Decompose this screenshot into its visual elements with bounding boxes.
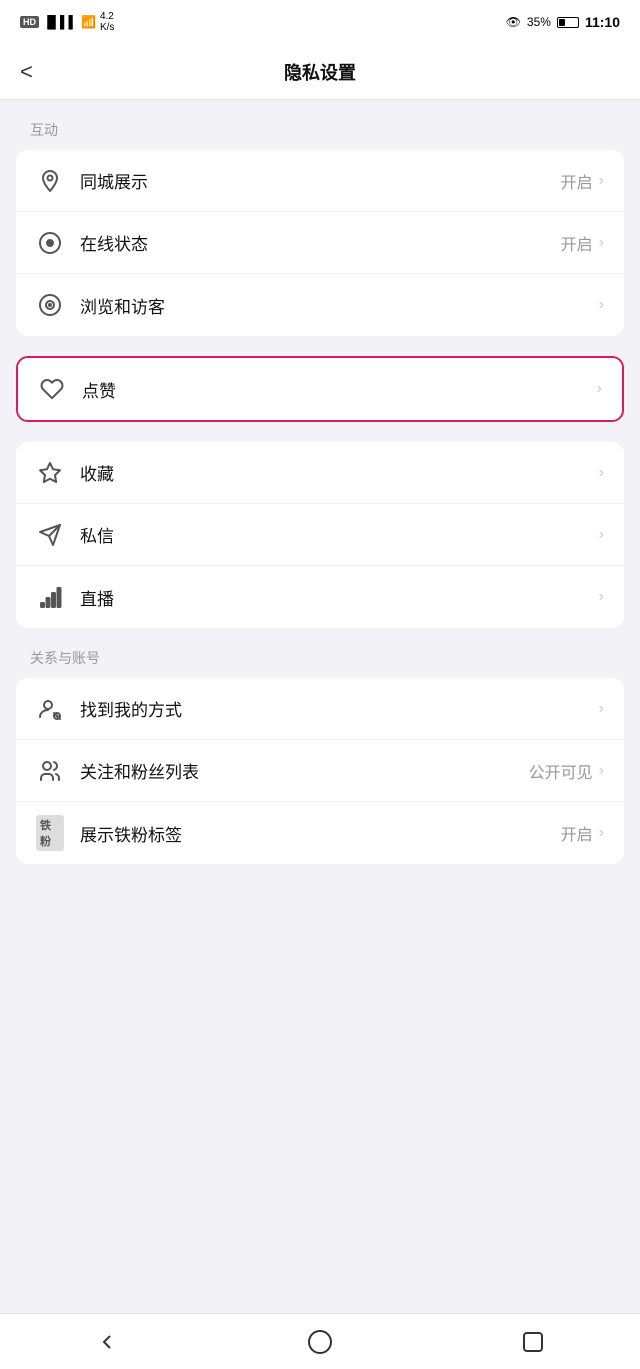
chevron-icon-zhibo: › (599, 588, 604, 606)
menu-item-liulan[interactable]: 浏览和访客 › (16, 274, 624, 336)
menu-text-guanzhu: 关注和粉丝列表 (80, 758, 529, 783)
chevron-icon-shoucang: › (599, 464, 604, 482)
battery-percent: 35% (527, 15, 551, 29)
chevron-icon-tongcheng: › (599, 172, 604, 190)
section-label-guanxi: 关系与账号 (0, 648, 640, 678)
chevron-icon-guanzhu: › (599, 762, 604, 780)
card-group-2: 收藏 › 私信 › (16, 442, 624, 628)
chevron-icon-tiepen: › (599, 824, 604, 842)
menu-value-tiepen: 开启 (561, 821, 593, 845)
hd-badge: HD (20, 16, 39, 28)
menu-text-liulan: 浏览和访客 (80, 293, 593, 318)
menu-value-guanzhu: 公开可见 (529, 759, 593, 783)
chevron-icon-zhaodao: › (599, 700, 604, 718)
chevron-icon-dianzan: › (597, 380, 602, 398)
menu-item-dianzan[interactable]: 点赞 › (18, 358, 622, 420)
menu-item-guanzhu[interactable]: 关注和粉丝列表 公开可见 › (16, 740, 624, 802)
message-icon (36, 521, 64, 549)
chevron-icon-liulan: › (599, 296, 604, 314)
menu-item-sixin[interactable]: 私信 › (16, 504, 624, 566)
card-dianzan: 点赞 › (16, 356, 624, 422)
back-button[interactable]: < (20, 61, 33, 83)
menu-text-tiepen: 展示铁粉标签 (80, 821, 561, 846)
nav-home-button[interactable] (298, 1320, 342, 1364)
live-icon (36, 583, 64, 611)
chevron-icon-sixin: › (599, 526, 604, 544)
nav-recent-button[interactable] (511, 1320, 555, 1364)
status-left: HD ▐▌▌▌ 📶 4.2K/s (20, 11, 114, 33)
battery-icon (557, 17, 579, 28)
menu-text-shoucang: 收藏 (80, 460, 593, 485)
menu-text-sixin: 私信 (80, 522, 593, 547)
menu-item-tongcheng[interactable]: 同城展示 开启 › (16, 150, 624, 212)
content-area: 互动 同城展示 开启 › 在线状态 开启 › (0, 100, 640, 1313)
eye-icon: 👁 (506, 15, 521, 29)
bottom-nav (0, 1313, 640, 1369)
online-icon (36, 229, 64, 257)
menu-item-zaixian[interactable]: 在线状态 开启 › (16, 212, 624, 274)
card-group-1: 同城展示 开启 › 在线状态 开启 › (16, 150, 624, 336)
menu-text-zaixian: 在线状态 (80, 230, 561, 255)
signal-icon: ▐▌▌▌ (43, 15, 77, 29)
wifi-icon: 📶 (81, 15, 96, 29)
star-icon (36, 459, 64, 487)
menu-value-tongcheng: 开启 (561, 169, 593, 193)
menu-item-shoucang[interactable]: 收藏 › (16, 442, 624, 504)
menu-text-dianzan: 点赞 (82, 377, 591, 402)
page-title: 隐私设置 (284, 59, 356, 85)
menu-item-zhibo[interactable]: 直播 › (16, 566, 624, 628)
menu-text-tongcheng: 同城展示 (80, 168, 561, 193)
network-speed: 4.2K/s (100, 11, 114, 33)
find-icon (36, 695, 64, 723)
nav-back-button[interactable] (85, 1320, 129, 1364)
menu-item-tiepen[interactable]: 铁粉 展示铁粉标签 开启 › (16, 802, 624, 864)
heart-icon (38, 375, 66, 403)
status-bar: HD ▐▌▌▌ 📶 4.2K/s 👁 35% 11:10 (0, 0, 640, 44)
status-right: 👁 35% 11:10 (506, 14, 620, 30)
section-label-hudong: 互动 (0, 120, 640, 150)
menu-item-zhaodao[interactable]: 找到我的方式 › (16, 678, 624, 740)
people-icon (36, 757, 64, 785)
menu-text-zhibo: 直播 (80, 585, 593, 610)
page-header: < 隐私设置 (0, 44, 640, 100)
tiepen-icon: 铁粉 (36, 819, 64, 847)
menu-text-zhaodao: 找到我的方式 (80, 696, 593, 721)
menu-value-zaixian: 开启 (561, 231, 593, 255)
browse-icon (36, 291, 64, 319)
chevron-icon-zaixian: › (599, 234, 604, 252)
time-display: 11:10 (585, 14, 620, 30)
location-icon (36, 167, 64, 195)
card-group-3: 找到我的方式 › 关注和粉丝列表 公开可见 › 铁粉 展示铁粉标签 (16, 678, 624, 864)
